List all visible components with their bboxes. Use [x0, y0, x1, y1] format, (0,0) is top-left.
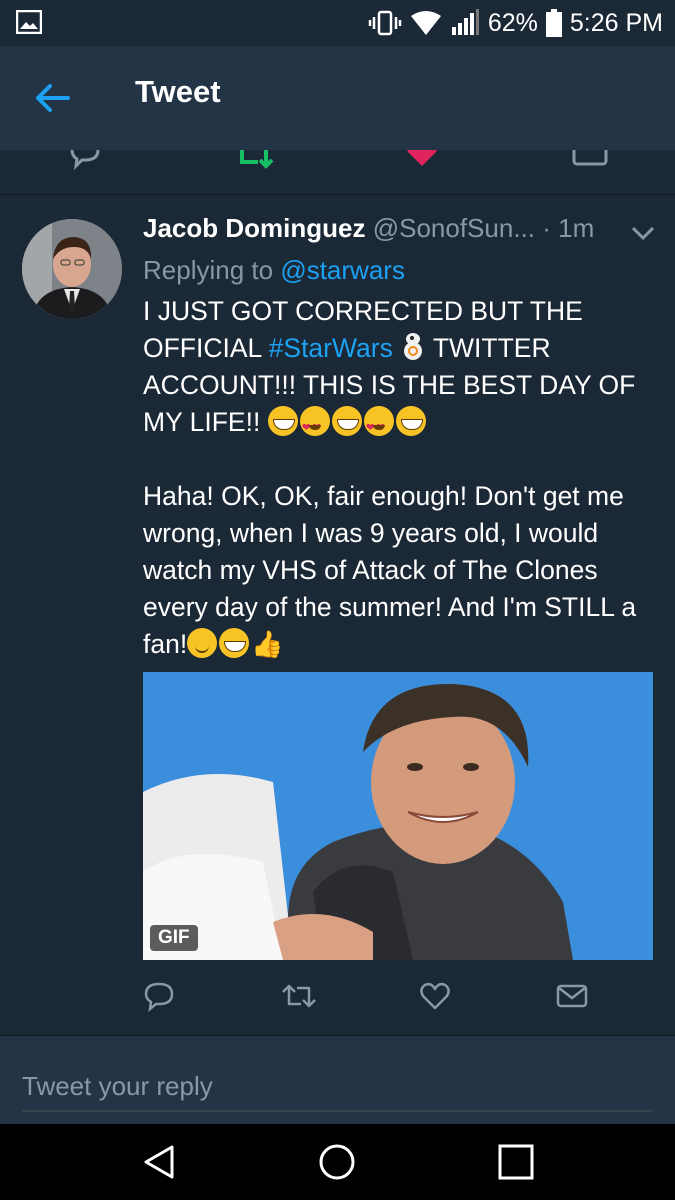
reply-icon[interactable] — [68, 150, 102, 170]
vibrate-icon — [368, 10, 402, 36]
direct-message-icon[interactable] — [572, 150, 608, 170]
grinning-emoji-icon — [331, 406, 362, 436]
page-title: Tweet — [135, 74, 221, 109]
replying-to-link[interactable]: @starwars — [280, 255, 405, 285]
bb8-emoji-icon — [403, 333, 422, 360]
grinning-emoji-icon — [267, 406, 298, 436]
retweet-icon[interactable] — [238, 150, 276, 170]
winking-emoji-icon — [187, 628, 218, 658]
hashtag-link[interactable]: #StarWars — [269, 333, 393, 363]
gif-badge: GIF — [150, 925, 198, 951]
battery-percent: 62% — [487, 8, 538, 37]
arrow-left-icon[interactable] — [30, 76, 74, 120]
author-name[interactable]: Jacob Dominguez — [143, 213, 365, 243]
replying-prefix: Replying to — [143, 255, 274, 285]
thumbs-up-emoji-icon — [251, 626, 283, 663]
direct-message-icon[interactable] — [556, 980, 588, 1012]
previous-tweet-actions — [0, 150, 675, 195]
text-para-2: Haha! OK, OK, fair enough! Don't get me … — [143, 481, 637, 659]
home-circle-icon[interactable] — [317, 1142, 357, 1182]
reply-bar — [0, 1036, 675, 1125]
clock: 5:26 PM — [569, 8, 663, 37]
battery-icon — [545, 9, 562, 37]
tweet-header: Jacob Dominguez @SonofSun... · 1m — [143, 213, 594, 244]
heart-eyes-emoji-icon — [363, 406, 394, 447]
chevron-down-icon[interactable] — [630, 225, 656, 241]
tweet-actions — [143, 980, 653, 1016]
tweet-paragraph-2: Haha! OK, OK, fair enough! Don't get me … — [143, 478, 653, 663]
avatar-photo — [22, 219, 122, 319]
avatar[interactable] — [22, 219, 122, 319]
wifi-icon — [410, 11, 441, 35]
gif-image — [143, 672, 653, 960]
heart-eyes-emoji-icon — [299, 406, 330, 447]
tweet-text: I JUST GOT CORRECTED BUT THE OFFICIAL #S… — [143, 293, 653, 663]
tweet-media-gif[interactable]: GIF — [143, 672, 653, 960]
app-bar: Tweet — [0, 46, 675, 150]
like-icon[interactable] — [419, 980, 451, 1012]
author-handle[interactable]: @SonofSun... — [373, 213, 535, 243]
recents-square-icon[interactable] — [496, 1142, 536, 1182]
status-bar: 62% 5:26 PM — [0, 0, 675, 46]
gallery-icon — [16, 10, 42, 34]
tweet[interactable]: Jacob Dominguez @SonofSun... · 1m Replyi… — [0, 195, 675, 1037]
retweet-icon[interactable] — [281, 980, 317, 1012]
tweet-time: · 1m — [542, 213, 595, 243]
back-triangle-icon[interactable] — [140, 1142, 180, 1182]
grinning-emoji-icon — [395, 406, 426, 436]
signal-icon — [451, 9, 479, 35]
reply-icon[interactable] — [143, 980, 175, 1012]
replying-to: Replying to @starwars — [143, 255, 405, 286]
system-nav-bar — [0, 1124, 675, 1200]
grinning-emoji-icon — [219, 628, 250, 658]
tweet-paragraph-1: I JUST GOT CORRECTED BUT THE OFFICIAL #S… — [143, 293, 653, 447]
reply-input[interactable] — [22, 1062, 652, 1112]
like-icon[interactable] — [405, 150, 439, 170]
